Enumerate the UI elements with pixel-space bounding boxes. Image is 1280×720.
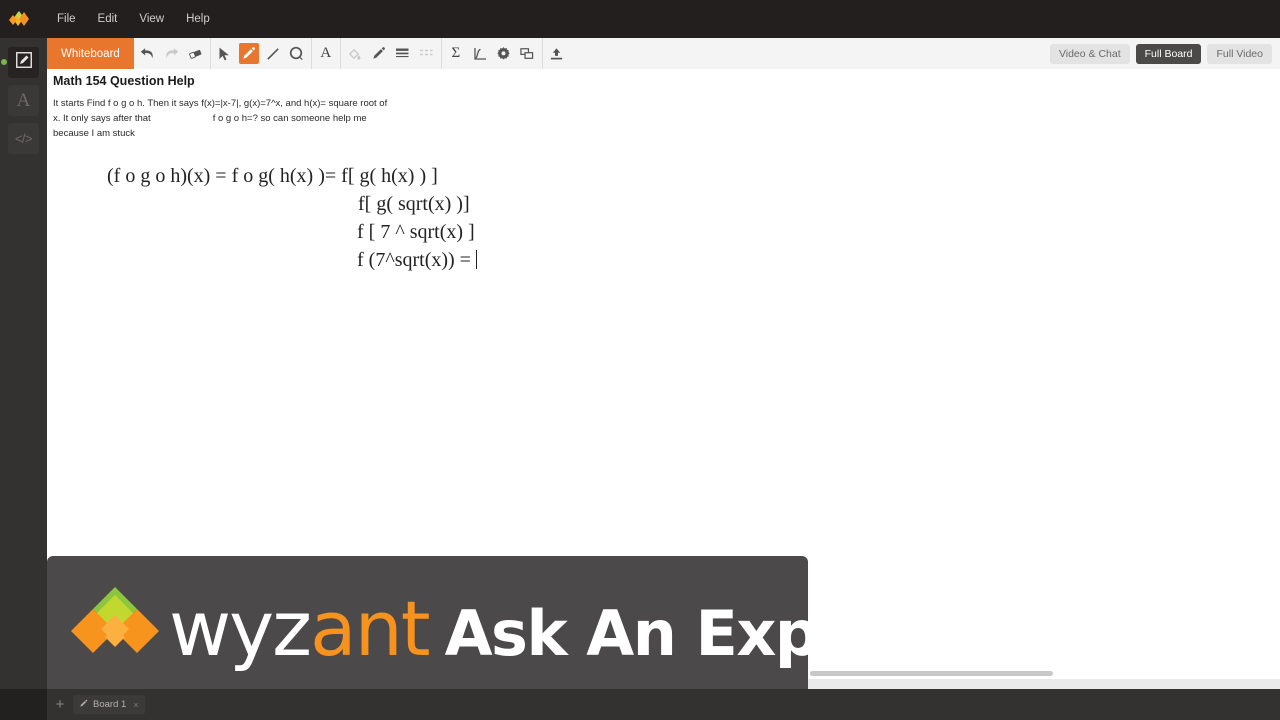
rail-item-code[interactable]: </> <box>8 123 39 154</box>
question-line-1: It starts Find f o g o h. Then it says f… <box>53 98 388 109</box>
status-dot <box>1 59 7 65</box>
letter-a-icon: A <box>16 89 31 111</box>
full-video-button[interactable]: Full Video <box>1207 43 1272 64</box>
tabbar-spacer <box>0 689 47 720</box>
brand-ant: ant <box>310 584 431 673</box>
close-icon[interactable]: × <box>133 700 138 710</box>
view-mode-buttons: Video & Chat Full Board Full Video <box>1049 38 1280 69</box>
layers-icon[interactable] <box>518 43 538 64</box>
gear-icon[interactable] <box>494 43 514 64</box>
work-line-4: f (7^sqrt(x)) = <box>357 249 477 272</box>
pencil-icon[interactable] <box>238 43 259 64</box>
wyzant-whiteboard-app: File Edit View Help A </> Whiteboard A Σ… <box>0 0 1280 720</box>
line-icon[interactable] <box>263 43 283 64</box>
rail-item-whiteboard[interactable] <box>1 47 39 78</box>
pencil-square-icon <box>15 52 32 73</box>
sigma-icon[interactable]: Σ <box>446 43 466 64</box>
page-title: Math 154 Question Help <box>53 74 195 88</box>
add-board-button[interactable]: + <box>47 689 73 720</box>
full-board-button[interactable]: Full Board <box>1135 43 1202 64</box>
wyzant-diamond-logo-icon[interactable] <box>0 0 38 38</box>
rail-item-text[interactable]: A <box>8 85 39 116</box>
board-tab[interactable]: Board 1 × <box>73 695 145 714</box>
toolbar-group-insert: Σ <box>442 38 543 69</box>
video-and-chat-button[interactable]: Video & Chat <box>1049 43 1130 64</box>
menu-item-file[interactable]: File <box>46 9 87 29</box>
sigma-glyph: Σ <box>451 45 461 61</box>
toolbar-group-text: A <box>312 38 341 69</box>
question-line-2a: x. It only says after that <box>53 113 151 124</box>
pencil-icon <box>79 699 88 711</box>
menu-item-view[interactable]: View <box>128 9 175 29</box>
menu-items: File Edit View Help <box>46 9 221 29</box>
work-line-1: (f o g o h)(x) = f o g( h(x) )= f[ g( h(… <box>107 165 438 187</box>
code-brackets-icon: </> <box>14 131 33 146</box>
text-caret <box>475 250 477 269</box>
undo-icon[interactable] <box>138 43 158 64</box>
menu-item-edit[interactable]: Edit <box>87 9 129 29</box>
menu-item-help[interactable]: Help <box>175 9 221 29</box>
paint-bucket-icon[interactable] <box>345 43 365 64</box>
work-line-3: f [ 7 ^ sqrt(x) ] <box>357 221 475 243</box>
line-weight-icon[interactable] <box>393 43 413 64</box>
redo-icon[interactable] <box>162 43 182 64</box>
toolbar-group-draw <box>211 38 312 69</box>
wyzant-diamond-logo-icon <box>67 581 163 677</box>
work-line-2: f[ g( sqrt(x) )] <box>358 193 470 215</box>
toolbar: Whiteboard A Σ Video & Chat Full Board F… <box>47 38 1280 70</box>
whiteboard-button[interactable]: Whiteboard <box>47 38 134 69</box>
toolbar-group-style <box>341 38 442 69</box>
brand-wyz: wyz <box>169 584 312 673</box>
work-line-4-text: f (7^sqrt(x)) = <box>357 249 476 271</box>
toolbar-group-history <box>134 38 211 69</box>
pen-color-icon[interactable] <box>369 43 389 64</box>
board-tab-bar: + Board 1 × <box>0 689 1280 720</box>
toolbar-group-share <box>543 38 571 69</box>
upload-icon[interactable] <box>547 43 567 64</box>
question-line-3: am stuck <box>96 128 135 139</box>
question-body: It starts Find f o g o h. Then it says f… <box>53 96 389 141</box>
left-rail: A </> <box>0 38 47 720</box>
dashed-line-icon[interactable] <box>417 43 437 64</box>
menu-bar: File Edit View Help <box>0 0 1280 38</box>
letter-a-icon[interactable]: A <box>316 43 336 64</box>
ellipse-icon[interactable] <box>287 43 307 64</box>
graph-axes-icon[interactable] <box>470 43 490 64</box>
wyzant-wordmark: wyzant Ask An Expert <box>169 584 808 673</box>
eraser-icon[interactable] <box>186 43 206 64</box>
brand-tagline: Ask An Expert <box>444 597 808 670</box>
cursor-arrow-icon[interactable] <box>215 43 235 64</box>
wyzant-watermark: wyzant Ask An Expert <box>47 556 808 701</box>
letter-a-glyph: A <box>320 45 332 61</box>
horizontal-scrollbar-thumb[interactable] <box>810 671 1053 676</box>
board-tab-label: Board 1 <box>93 699 127 710</box>
